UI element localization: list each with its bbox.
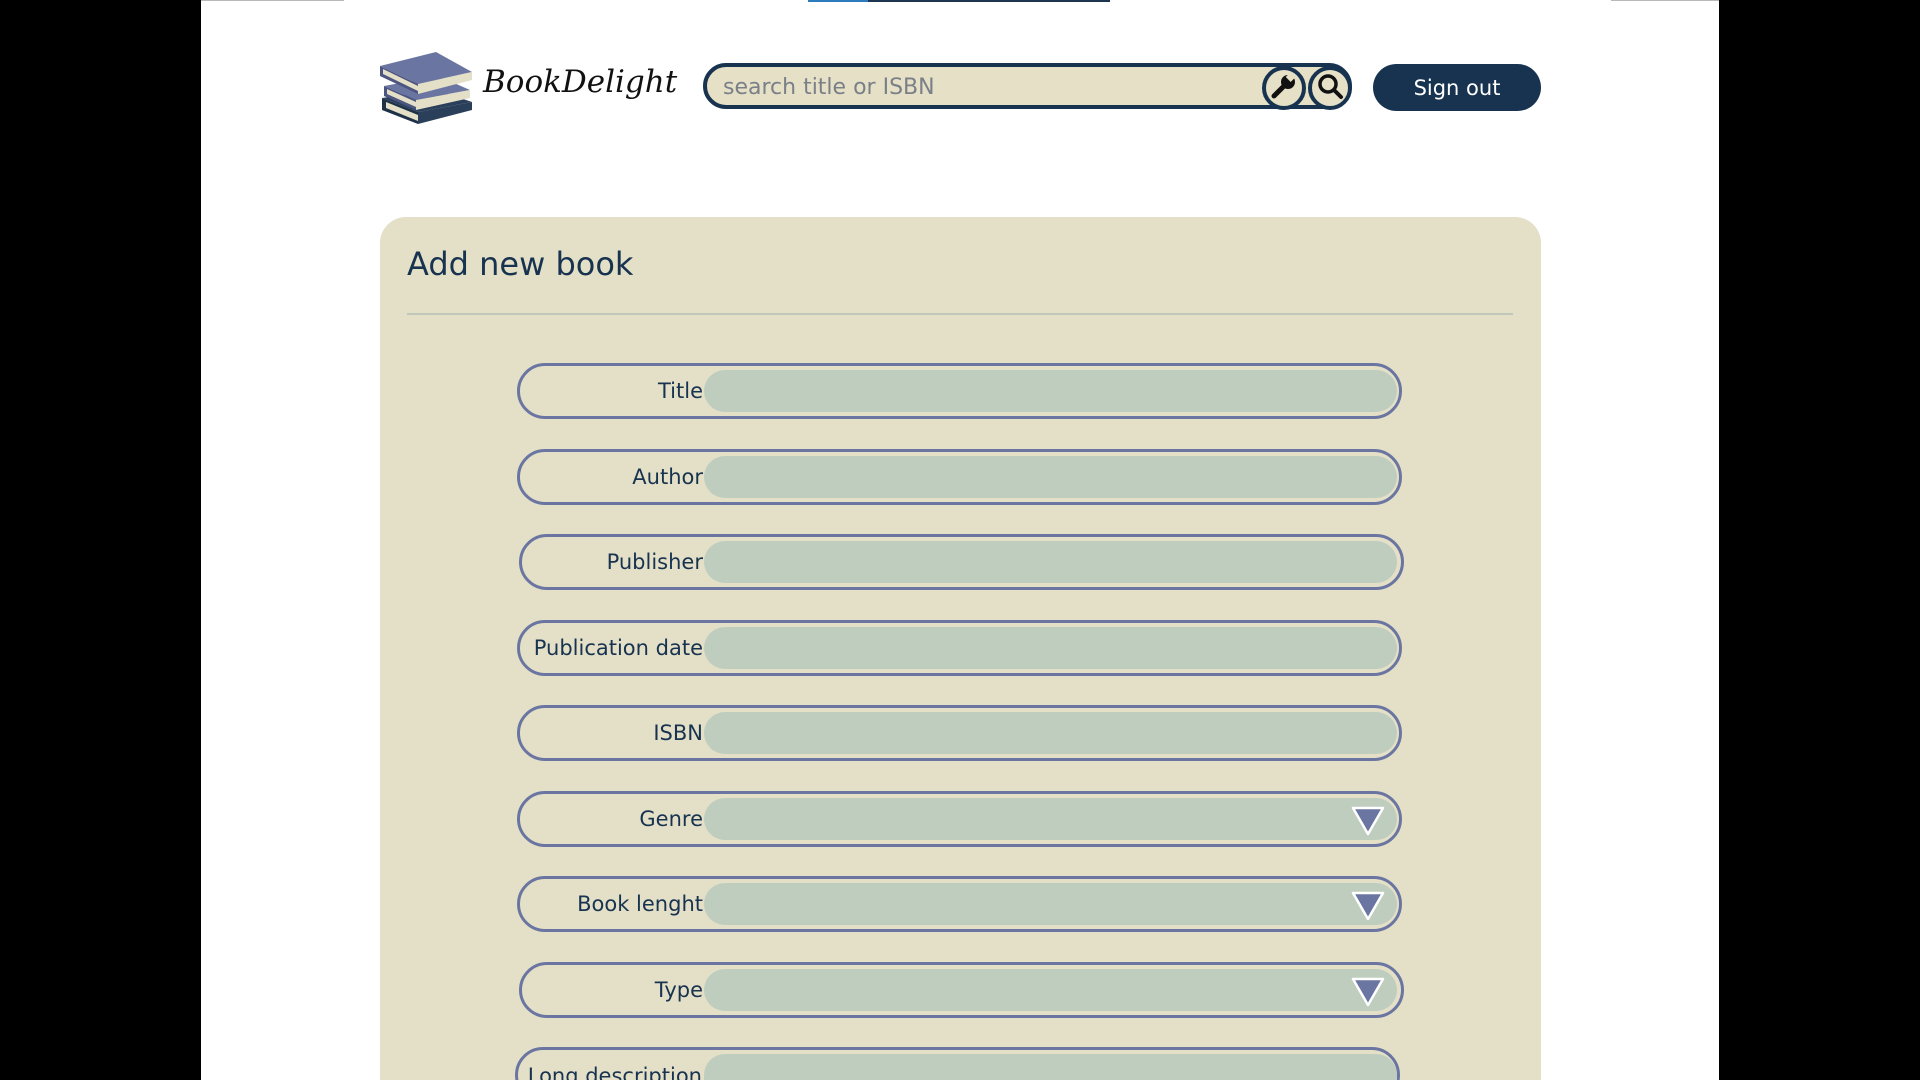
search-bar bbox=[703, 63, 1352, 110]
book-length-select[interactable] bbox=[704, 883, 1397, 925]
top-divider-right bbox=[1611, 0, 1719, 1]
wrench-icon bbox=[1270, 72, 1298, 104]
field-label: ISBN bbox=[653, 721, 703, 745]
field-label: Type bbox=[654, 978, 703, 1002]
field-publication-date: Publication date bbox=[517, 620, 1402, 676]
page-title: Add new book bbox=[407, 245, 634, 283]
field-author: Author bbox=[517, 449, 1402, 505]
field-label: Publisher bbox=[606, 550, 703, 574]
genre-select[interactable] bbox=[704, 798, 1397, 840]
long-description-input[interactable] bbox=[704, 1054, 1397, 1080]
triangle-down-icon bbox=[1351, 977, 1385, 1011]
type-select[interactable] bbox=[704, 969, 1397, 1011]
sign-out-button[interactable]: Sign out bbox=[1373, 64, 1541, 111]
field-label: Author bbox=[632, 465, 703, 489]
field-genre: Genre bbox=[517, 791, 1402, 847]
publication-date-input[interactable] bbox=[704, 627, 1397, 669]
brand-name[interactable]: BookDelight bbox=[483, 64, 677, 100]
triangle-down-icon bbox=[1351, 806, 1385, 840]
publisher-input[interactable] bbox=[704, 541, 1397, 583]
triangle-down-icon bbox=[1351, 891, 1385, 925]
author-input[interactable] bbox=[704, 456, 1397, 498]
search-button[interactable] bbox=[1308, 66, 1352, 110]
field-label: Book lenght bbox=[577, 892, 703, 916]
field-label: Long description bbox=[527, 1064, 702, 1080]
field-label: Title bbox=[657, 379, 703, 403]
search-icon bbox=[1316, 72, 1344, 104]
isbn-input[interactable] bbox=[704, 712, 1397, 754]
top-divider-left bbox=[201, 0, 344, 1]
add-book-card: Add new book Title Author Publisher Publ… bbox=[380, 217, 1541, 1080]
page: BookDelight Sign out Add new boo bbox=[201, 0, 1719, 1080]
field-long-description: Long description bbox=[515, 1047, 1400, 1080]
search-input[interactable] bbox=[721, 67, 1245, 107]
field-type: Type bbox=[519, 962, 1404, 1018]
title-input[interactable] bbox=[704, 370, 1397, 412]
field-label: Genre bbox=[639, 807, 703, 831]
field-publisher: Publisher bbox=[519, 534, 1404, 590]
title-divider bbox=[407, 313, 1513, 315]
field-book-length: Book lenght bbox=[517, 876, 1402, 932]
field-title: Title bbox=[517, 363, 1402, 419]
wrench-button[interactable] bbox=[1262, 66, 1306, 110]
field-label: Publication date bbox=[533, 636, 703, 660]
book-stack-icon[interactable] bbox=[378, 46, 474, 126]
horizontal-scrollbar-thumb[interactable] bbox=[808, 0, 868, 2]
field-isbn: ISBN bbox=[517, 705, 1402, 761]
